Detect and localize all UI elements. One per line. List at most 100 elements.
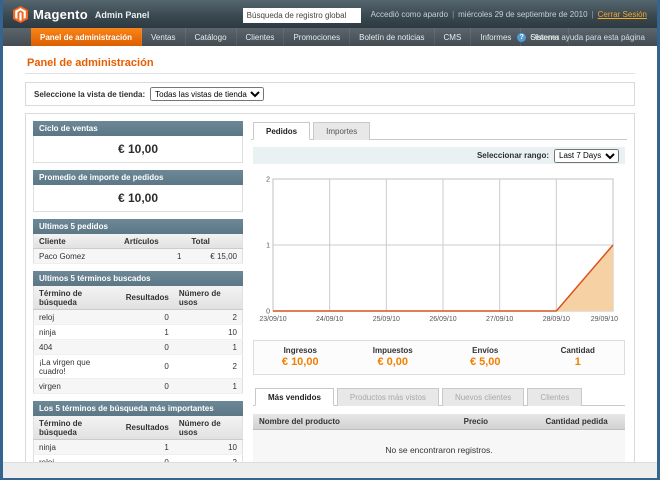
- col-header: Resultados: [121, 286, 174, 310]
- last-orders-table: Cliente Artículos Total Paco Gomez 1: [33, 234, 243, 264]
- table-row[interactable]: reloj 0 2: [34, 310, 243, 325]
- svg-text:29/09/10: 29/09/10: [591, 316, 618, 323]
- empty-grid-message: No se encontraron registros.: [253, 430, 625, 463]
- table-row[interactable]: ¡La virgen que cuadro! 0 2: [34, 355, 243, 379]
- store-view-switcher: Seleccione la vista de tienda: Todas las…: [25, 82, 635, 106]
- global-search-input[interactable]: [243, 8, 361, 23]
- lifetime-sales-box: Ciclo de ventas € 10,00: [33, 121, 243, 163]
- current-date: miércoles 29 de septiembre de 2010: [458, 10, 587, 19]
- total-stat: Ingresos € 10,00: [254, 346, 347, 368]
- range-select[interactable]: Last 7 Days: [554, 149, 619, 163]
- top-header: Magento Admin Panel Accedió como apardo|…: [3, 0, 657, 28]
- lifetime-sales-value: € 10,00: [33, 136, 243, 163]
- total-stat: Envíos € 5,00: [439, 346, 532, 368]
- svg-text:24/09/10: 24/09/10: [316, 316, 343, 323]
- table-row[interactable]: reloj 0 2: [34, 455, 243, 463]
- svg-text:1: 1: [266, 243, 270, 250]
- svg-text:2: 2: [266, 177, 270, 184]
- last-search-terms-box: Ultimos 5 términos buscados Término de b…: [33, 271, 243, 394]
- svg-text:27/09/10: 27/09/10: [486, 316, 513, 323]
- logo-subtitle: Admin Panel: [95, 10, 150, 20]
- stat-value: 1: [532, 356, 625, 368]
- logged-in-as: Accedió como apardo: [371, 10, 448, 19]
- page-footer: [3, 462, 657, 478]
- page-content: Panel de administración Seleccione la vi…: [3, 46, 657, 462]
- table-row[interactable]: ninja 1 10: [34, 325, 243, 340]
- nav-item[interactable]: Panel de administración: [31, 28, 142, 46]
- last-orders-title: Ultimos 5 pedidos: [33, 219, 243, 234]
- dashboard-right-column: Pedidos Importes Seleccionar rango: Last…: [251, 121, 627, 462]
- range-bar: Seleccionar rango: Last 7 Days: [253, 147, 625, 164]
- col-header: Artículos: [119, 234, 186, 249]
- svg-text:25/09/10: 25/09/10: [373, 316, 400, 323]
- orders-area-chart: 0 1 2 23/09/10 24/09/10 25/09/10 26/09/10 27/09…: [253, 171, 619, 327]
- col-header: Total: [186, 234, 242, 249]
- page-title: Panel de administración: [25, 52, 635, 73]
- magento-logo-icon: [13, 6, 28, 23]
- page-help-link[interactable]: ? Obtener ayuda para esta página: [517, 28, 657, 46]
- last-orders-box: Ultimos 5 pedidos Cliente Artículos Tota…: [33, 219, 243, 264]
- grid-tab[interactable]: Nuevos clientes: [442, 388, 524, 406]
- store-view-label: Seleccione la vista de tienda:: [34, 90, 145, 99]
- col-header: Cliente: [34, 234, 120, 249]
- svg-text:0: 0: [266, 309, 270, 316]
- average-orders-box: Promedio de importe de pedidos € 10,00: [33, 170, 243, 212]
- col-header: Cantidad pedida: [539, 414, 625, 430]
- title-divider: [25, 73, 635, 74]
- stat-label: Cantidad: [532, 346, 625, 355]
- logo-title: Magento: [33, 7, 88, 22]
- table-row[interactable]: Paco Gomez 1 € 15,00: [34, 249, 243, 264]
- store-view-select[interactable]: Todas las vistas de tienda: [150, 87, 264, 101]
- average-orders-title: Promedio de importe de pedidos: [33, 170, 243, 185]
- grid-tab[interactable]: Clientes: [527, 388, 582, 406]
- grid-tab[interactable]: Más vendidos: [255, 388, 334, 406]
- nav-item[interactable]: Boletín de noticias: [350, 28, 434, 46]
- table-row[interactable]: virgen 0 1: [34, 379, 243, 394]
- grid-tabs: Más vendidos Productos más vistos Nuevos…: [253, 387, 625, 406]
- dashboard-left-column: Ciclo de ventas € 10,00 Promedio de impo…: [33, 121, 243, 462]
- app-window: Magento Admin Panel Accedió como apardo|…: [0, 0, 660, 480]
- stat-value: € 0,00: [347, 356, 440, 368]
- nav-item[interactable]: Clientes: [237, 28, 285, 46]
- col-header: Número de usos: [174, 416, 243, 440]
- average-orders-value: € 10,00: [33, 185, 243, 212]
- col-header: Término de búsqueda: [34, 286, 121, 310]
- nav-item[interactable]: Informes: [471, 28, 521, 46]
- diagram-tab[interactable]: Pedidos: [253, 122, 310, 140]
- lifetime-sales-title: Ciclo de ventas: [33, 121, 243, 136]
- svg-text:23/09/10: 23/09/10: [259, 316, 286, 323]
- svg-text:26/09/10: 26/09/10: [429, 316, 456, 323]
- table-row[interactable]: ninja 1 10: [34, 440, 243, 455]
- totals-bar: Ingresos € 10,00 Impuestos € 0,00 Envíos: [253, 340, 625, 375]
- orders-chart: 0 1 2 23/09/10 24/09/10 25/09/10 26/09/10 27/09…: [253, 171, 625, 332]
- header-session-info: Accedió como apardo|miércoles 29 de sept…: [371, 10, 647, 19]
- col-header: Precio: [458, 414, 540, 430]
- help-label: Obtener ayuda para esta página: [530, 33, 645, 42]
- stat-value: € 10,00: [254, 356, 347, 368]
- range-label: Seleccionar rango:: [477, 151, 549, 160]
- col-header: Término de búsqueda: [34, 416, 121, 440]
- bestsellers-grid: Nombre del producto Precio Cantidad pedi…: [253, 414, 625, 462]
- last-search-terms-table: Término de búsqueda Resultados Número de…: [33, 286, 243, 394]
- top-search-terms-box: Los 5 términos de búsqueda más important…: [33, 401, 243, 462]
- magento-logo: Magento Admin Panel: [13, 6, 149, 23]
- nav-item[interactable]: CMS: [435, 28, 472, 46]
- nav-item[interactable]: Promociones: [284, 28, 350, 46]
- orders-panel: Seleccionar rango: Last 7 Days 0 1 2 23/09/…: [251, 140, 627, 462]
- col-header: Resultados: [121, 416, 174, 440]
- nav-item[interactable]: Ventas: [142, 28, 185, 46]
- stat-label: Ingresos: [254, 346, 347, 355]
- top-search-terms-table: Término de búsqueda Resultados Número de…: [33, 416, 243, 462]
- col-header: Número de usos: [174, 286, 243, 310]
- logout-link[interactable]: Cerrar Sesión: [598, 10, 647, 19]
- dashboard-container: Ciclo de ventas € 10,00 Promedio de impo…: [25, 113, 635, 462]
- nav-item[interactable]: Catálogo: [186, 28, 237, 46]
- stat-value: € 5,00: [439, 356, 532, 368]
- diagram-tabs: Pedidos Importes: [251, 121, 627, 140]
- last-search-terms-title: Ultimos 5 términos buscados: [33, 271, 243, 286]
- help-icon: ?: [517, 33, 526, 42]
- grid-tab[interactable]: Productos más vistos: [337, 388, 439, 406]
- diagram-tab[interactable]: Importes: [313, 122, 370, 140]
- total-stat: Cantidad 1: [532, 346, 625, 368]
- table-row[interactable]: 404 0 1: [34, 340, 243, 355]
